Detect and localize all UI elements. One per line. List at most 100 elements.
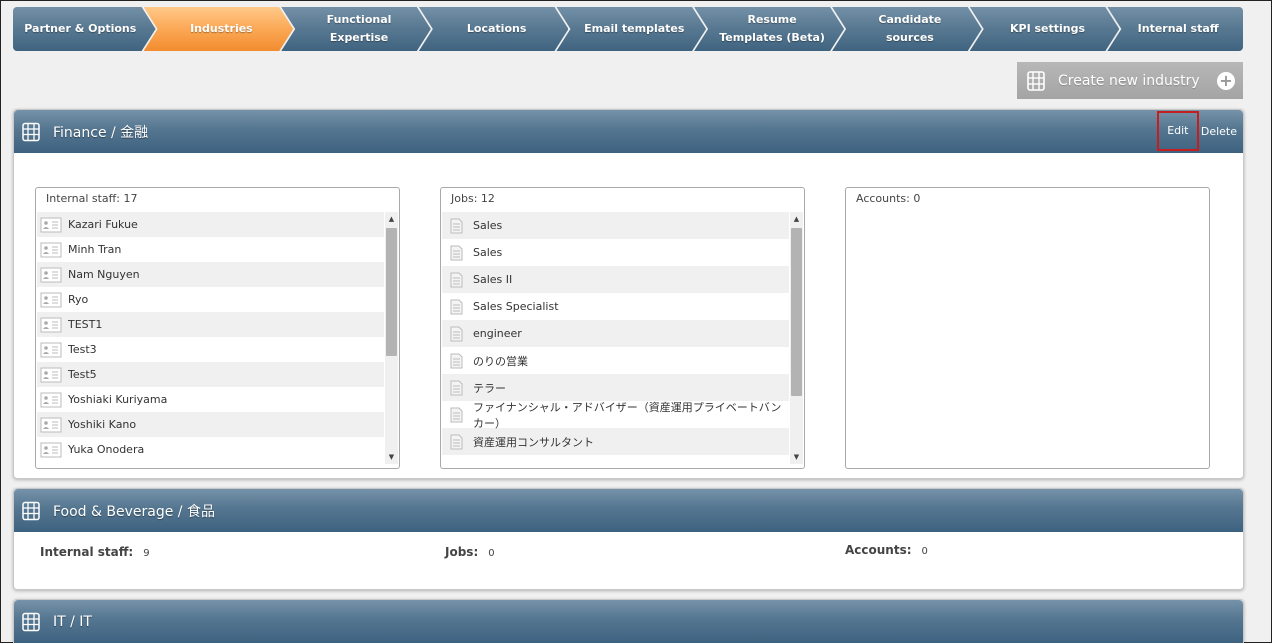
delete-industry-link[interactable]: Delete (1201, 125, 1237, 138)
staff-list-item[interactable]: Yuka Onodera (37, 437, 384, 462)
building-icon (22, 501, 40, 520)
job-list-item-label: テラー (473, 381, 506, 395)
building-icon (22, 122, 40, 141)
accounts-header: Accounts: 0 (856, 192, 921, 205)
accounts-stat: Accounts: 0 (845, 543, 928, 557)
job-list-item[interactable]: ファイナンシャル・アドバイザー（資産運用プライベートバンカー） (442, 400, 789, 430)
industry-actions: Edit Delete (1156, 110, 1237, 153)
industry-panel-it: IT / IT (13, 599, 1244, 643)
internal-staff-scrollbar[interactable]: ▲ ▼ (385, 212, 398, 464)
contact-card-icon (40, 242, 62, 257)
document-icon (450, 380, 463, 395)
industry-panel-food-beverage: Food & Beverage / 食品 Internal staff: 9 J… (13, 488, 1244, 590)
document-icon (450, 299, 463, 314)
job-list-item[interactable]: engineer (442, 320, 789, 347)
jobs-stat: Jobs: 0 (445, 545, 495, 559)
staff-list-item-label: Test5 (68, 368, 97, 381)
internal-staff-list: Internal staff: 17 Kazari Fukue Minh Tran… (35, 187, 400, 469)
contact-card-icon (40, 267, 62, 282)
document-icon (450, 272, 463, 287)
step-locations[interactable]: Locations (419, 7, 569, 51)
industry-panel-header: Finance / 金融 Edit Delete (14, 110, 1243, 153)
document-icon (450, 326, 463, 341)
job-list-item-label: 資産運用コンサルタント (473, 435, 594, 449)
contact-card-icon (40, 392, 62, 407)
step-resume-templates[interactable]: Resume Templates (Beta) (694, 7, 844, 51)
step-kpi-settings[interactable]: KPI settings (970, 7, 1120, 51)
stat-label: Jobs: (445, 545, 479, 559)
scrollbar-thumb[interactable] (791, 228, 802, 396)
step-functional-expertise[interactable]: Functional Expertise (281, 7, 431, 51)
stat-value: 0 (488, 548, 495, 559)
document-icon (450, 245, 463, 260)
scroll-down-arrow-icon[interactable]: ▼ (790, 450, 803, 464)
staff-list-item-label: Yoshiki Kano (68, 418, 137, 431)
scroll-up-arrow-icon[interactable]: ▲ (790, 212, 803, 226)
staff-list-item[interactable]: Test5 (37, 362, 384, 387)
scroll-up-arrow-icon[interactable]: ▲ (385, 212, 398, 226)
scroll-down-arrow-icon[interactable]: ▼ (385, 450, 398, 464)
staff-list-item[interactable]: Minh Tran (37, 237, 384, 262)
step-email-templates[interactable]: Email templates (556, 7, 706, 51)
step-candidate-sources[interactable]: Candidate sources (832, 7, 982, 51)
industry-title: Finance / 金融 (53, 124, 149, 141)
step-internal-staff[interactable]: Internal staff (1107, 7, 1244, 51)
create-new-industry-label: Create new industry (1058, 72, 1200, 89)
jobs-header: Jobs: 12 (451, 192, 495, 205)
internal-staff-rows: Kazari Fukue Minh Tran Nam Nguyen Ryo TEST1 T… (37, 212, 384, 464)
job-list-item-label: ファイナンシャル・アドバイザー（資産運用プライベートバンカー） (473, 400, 782, 430)
job-list-item[interactable]: 資産運用コンサルタント (442, 428, 789, 455)
staff-list-item[interactable]: Test3 (37, 337, 384, 362)
staff-list-item[interactable]: Kazari Fukue (37, 212, 384, 237)
staff-list-item-label: Kazari Fukue (68, 218, 138, 231)
staff-list-item-label: Yuka Onodera (68, 443, 145, 456)
staff-list-item[interactable]: Yoshiki Kano (37, 412, 384, 437)
industry-panel-header: IT / IT (14, 600, 1243, 643)
stat-label: Internal staff: (40, 545, 134, 559)
contact-card-icon (40, 317, 62, 332)
staff-list-item[interactable]: Yoshiaki Kuriyama (37, 387, 384, 412)
job-list-item[interactable]: Sales (442, 212, 789, 239)
edit-industry-link[interactable]: Edit (1156, 110, 1199, 151)
job-list-item-label: Sales (473, 219, 503, 232)
job-list-item[interactable]: Sales (442, 239, 789, 266)
job-list-item[interactable]: テラー (442, 374, 789, 401)
staff-list-item[interactable]: TEST1 (37, 312, 384, 337)
industry-panel-finance: Finance / 金融 Edit Delete Internal staff:… (13, 109, 1244, 479)
internal-staff-stat: Internal staff: 9 (40, 545, 150, 559)
job-list-item[interactable]: のりの営業 (442, 347, 789, 374)
jobs-list: Jobs: 12 Sales Sales Sales II Sales Special… (440, 187, 805, 469)
job-list-item-label: Sales Specialist (473, 300, 559, 313)
staff-list-item-label: TEST1 (68, 318, 103, 331)
job-list-item-label: Sales II (473, 273, 513, 286)
staff-list-item[interactable]: Nam Nguyen (37, 262, 384, 287)
plus-circle-icon: + (1217, 71, 1235, 90)
building-icon (1027, 70, 1045, 91)
stat-value: 0 (921, 546, 928, 557)
internal-staff-header: Internal staff: 17 (46, 192, 138, 205)
contact-card-icon (40, 292, 62, 307)
document-icon (450, 353, 463, 368)
stat-label: Accounts: (845, 543, 912, 557)
industry-panel-header: Food & Beverage / 食品 (14, 489, 1243, 532)
contact-card-icon (40, 342, 62, 357)
contact-card-icon (40, 417, 62, 432)
staff-list-item-label: Minh Tran (68, 243, 122, 256)
staff-list-item-label: Ryo (68, 293, 89, 306)
staff-list-item[interactable]: Ryo (37, 287, 384, 312)
create-new-industry-button[interactable]: Create new industry + (1017, 62, 1243, 99)
job-list-item-label: Sales (473, 246, 503, 259)
contact-card-icon (40, 442, 62, 457)
job-list-item-label: のりの営業 (473, 354, 528, 368)
job-list-item[interactable]: Sales II (442, 266, 789, 293)
contact-card-icon (40, 367, 62, 382)
industry-title: IT / IT (53, 613, 92, 630)
step-partner-options[interactable]: Partner & Options (13, 7, 156, 51)
building-icon (22, 612, 40, 631)
document-icon (450, 407, 463, 422)
jobs-scrollbar[interactable]: ▲ ▼ (790, 212, 803, 464)
step-industries[interactable]: Industries (144, 7, 294, 51)
job-list-item[interactable]: Sales Specialist (442, 293, 789, 320)
scrollbar-thumb[interactable] (386, 228, 397, 356)
stat-value: 9 (143, 548, 150, 559)
